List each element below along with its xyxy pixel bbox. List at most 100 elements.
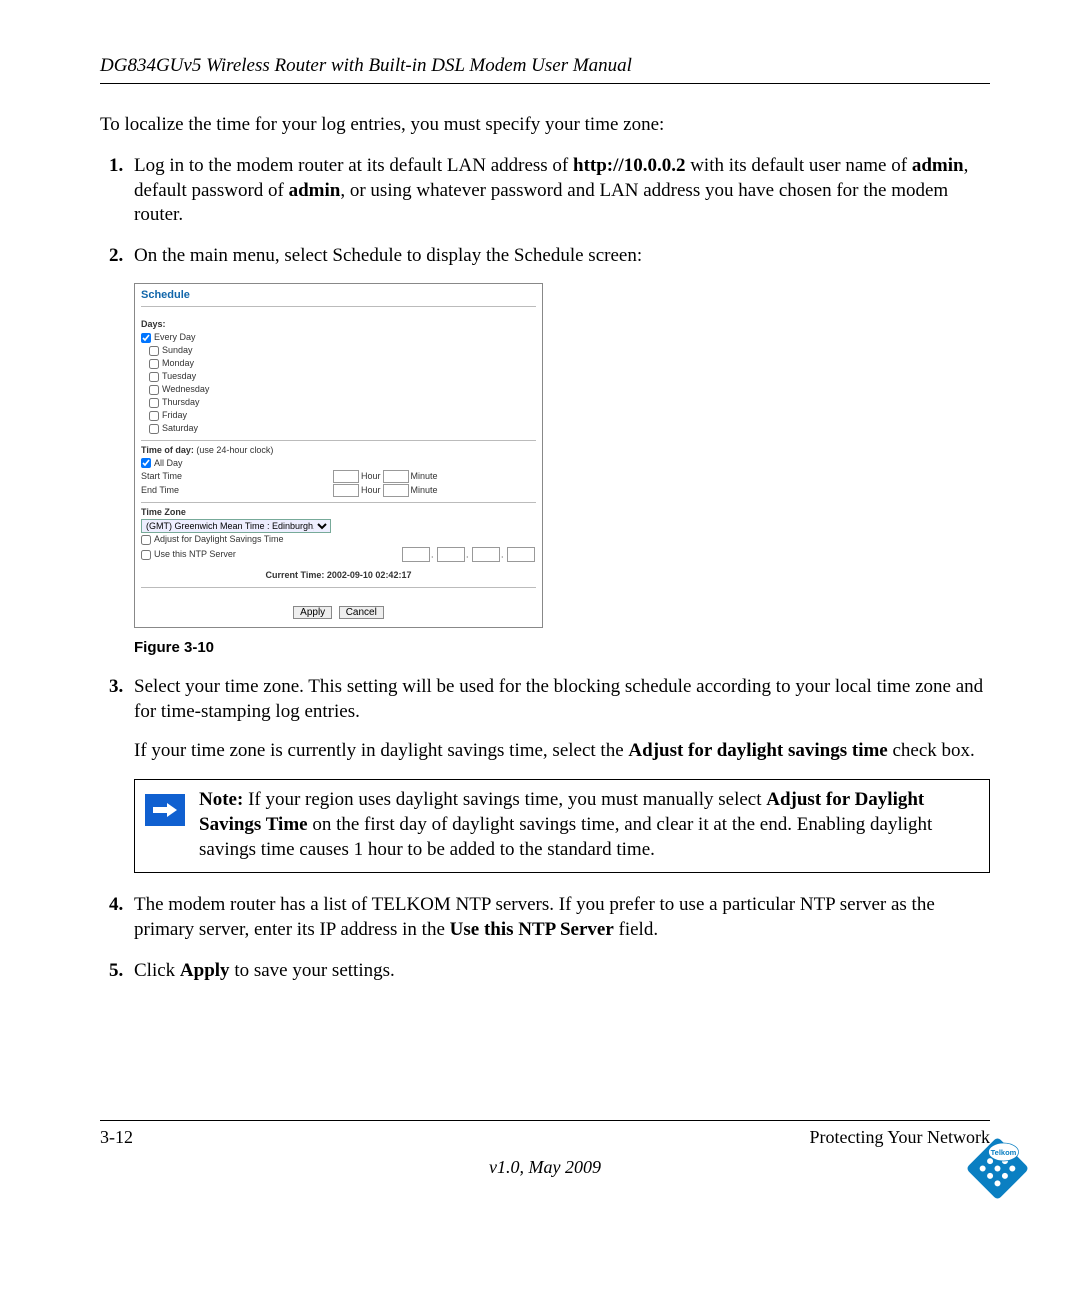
note-post: on the first day of daylight savings tim… — [199, 814, 932, 860]
divider-1 — [141, 440, 536, 441]
start-hour-label: Hour — [361, 471, 381, 483]
end-hour-input[interactable] — [333, 484, 359, 497]
step1-admin1: admin — [912, 155, 964, 176]
checkbox-ntp-row: Use this NTP Server . . . — [141, 547, 536, 562]
checkbox-saturday[interactable] — [149, 424, 159, 434]
logo-text: Telkom — [991, 1148, 1017, 1157]
label-thursday: Thursday — [162, 397, 200, 409]
note-pre: If your region uses daylight savings tim… — [243, 789, 766, 810]
days-label: Days: — [141, 319, 536, 331]
label-wednesday: Wednesday — [162, 384, 209, 396]
timeofday-label: Time of day: (use 24-hour clock) — [141, 445, 536, 457]
label-ntp: Use this NTP Server — [154, 549, 236, 561]
label-every-day: Every Day — [154, 332, 196, 344]
checkbox-ntp[interactable] — [141, 550, 151, 560]
checkbox-sunday[interactable] — [149, 346, 159, 356]
step-5: Click Apply to save your settings. — [128, 959, 990, 984]
end-hour-label: Hour — [361, 485, 381, 497]
checkbox-friday[interactable] — [149, 411, 159, 421]
checkbox-thursday-row: Thursday — [141, 397, 536, 409]
label-monday: Monday — [162, 358, 194, 370]
end-minute-label: Minute — [411, 485, 438, 497]
step3-p2-bold: Adjust for daylight savings time — [628, 740, 887, 761]
step1-url: http://10.0.0.2 — [573, 155, 685, 176]
page-number: 3-12 — [100, 1127, 133, 1148]
divider-3 — [141, 587, 536, 588]
ntp-ip-2[interactable] — [437, 547, 465, 562]
checkbox-dst[interactable] — [141, 535, 151, 545]
step1-mid1: with its default user name of — [685, 155, 911, 176]
figure-container: Schedule Days: Every Day Sunday Monday — [134, 283, 990, 628]
step-3: Select your time zone. This setting will… — [128, 675, 990, 873]
current-time-value: 2002-09-10 02:42:17 — [327, 570, 412, 582]
timeofday-hint: (use 24-hour clock) — [194, 445, 274, 455]
checkbox-friday-row: Friday — [141, 410, 536, 422]
ntp-ip-4[interactable] — [507, 547, 535, 562]
start-minute-label: Minute — [411, 471, 438, 483]
footer-version: v1.0, May 2009 — [100, 1157, 990, 1178]
ntp-ip-inputs: . . . — [401, 547, 536, 562]
footer-row: 3-12 Protecting Your Network — [100, 1127, 990, 1148]
label-friday: Friday — [162, 410, 187, 422]
current-time-label: Current Time: — [266, 570, 325, 582]
note-box: Note: If your region uses daylight savin… — [134, 779, 990, 873]
checkbox-monday[interactable] — [149, 359, 159, 369]
step3-p2-pre: If your time zone is currently in daylig… — [134, 740, 628, 761]
divider-2 — [141, 502, 536, 503]
checkbox-dst-row: Adjust for Daylight Savings Time — [141, 534, 536, 546]
document-header: DG834GUv5 Wireless Router with Built-in … — [100, 55, 990, 77]
cancel-button[interactable]: Cancel — [339, 606, 384, 619]
step-2: On the main menu, select Schedule to dis… — [128, 244, 990, 657]
apply-button[interactable]: Apply — [293, 606, 332, 619]
current-time: Current Time: 2002-09-10 02:42:17 — [141, 570, 536, 582]
label-sunday: Sunday — [162, 345, 193, 357]
checkbox-wednesday-row: Wednesday — [141, 384, 536, 396]
ntp-ip-3[interactable] — [472, 547, 500, 562]
checkbox-thursday[interactable] — [149, 398, 159, 408]
checkbox-every-day[interactable] — [141, 333, 151, 343]
ntp-ip-1[interactable] — [402, 547, 430, 562]
checkbox-tuesday[interactable] — [149, 372, 159, 382]
checkbox-every-day-row: Every Day — [141, 332, 536, 344]
screenshot-buttons: Apply Cancel — [141, 606, 536, 619]
label-allday: All Day — [154, 458, 183, 470]
timeofday-label-text: Time of day: — [141, 445, 194, 455]
label-tuesday: Tuesday — [162, 371, 196, 383]
start-hour-input[interactable] — [333, 470, 359, 483]
note-arrow-icon — [145, 794, 185, 826]
step2-text: On the main menu, select Schedule to dis… — [134, 245, 642, 266]
step4-post: field. — [614, 919, 658, 940]
start-time-row: Start Time Hour Minute — [141, 470, 536, 483]
step-4: The modem router has a list of TELKOM NT… — [128, 893, 990, 942]
note-label: Note: — [199, 789, 243, 810]
end-time-label: End Time — [141, 485, 331, 497]
label-saturday: Saturday — [162, 423, 198, 435]
step1-admin2: admin — [289, 180, 341, 201]
screenshot-title: Schedule — [141, 288, 536, 307]
label-dst: Adjust for Daylight Savings Time — [154, 534, 284, 546]
step4-bold: Use this NTP Server — [450, 919, 614, 940]
schedule-screenshot: Schedule Days: Every Day Sunday Monday — [134, 283, 543, 628]
step1-pre: Log in to the modem router at its defaul… — [134, 155, 573, 176]
checkbox-wednesday[interactable] — [149, 385, 159, 395]
start-time-label: Start Time — [141, 471, 331, 483]
end-minute-input[interactable] — [383, 484, 409, 497]
step-1: Log in to the modem router at its defaul… — [128, 154, 990, 228]
checkbox-allday-row: All Day — [141, 457, 536, 469]
step3-p2: If your time zone is currently in daylig… — [134, 739, 990, 764]
checkbox-saturday-row: Saturday — [141, 423, 536, 435]
note-text: Note: If your region uses daylight savin… — [199, 788, 977, 862]
step5-bold: Apply — [180, 960, 230, 981]
footer-divider — [100, 1120, 990, 1121]
start-minute-input[interactable] — [383, 470, 409, 483]
checkbox-allday[interactable] — [141, 458, 151, 468]
intro-text: To localize the time for your log entrie… — [100, 114, 990, 136]
timezone-select[interactable]: (GMT) Greenwich Mean Time : Edinburgh, L… — [141, 519, 331, 533]
end-time-row: End Time Hour Minute — [141, 484, 536, 497]
header-divider — [100, 83, 990, 84]
telkom-logo: Telkom — [960, 1131, 1035, 1206]
step5-post: to save your settings. — [230, 960, 395, 981]
step3-p2-post: check box. — [888, 740, 975, 761]
figure-caption: Figure 3-10 — [134, 638, 990, 658]
step3-p1: Select your time zone. This setting will… — [134, 676, 983, 722]
